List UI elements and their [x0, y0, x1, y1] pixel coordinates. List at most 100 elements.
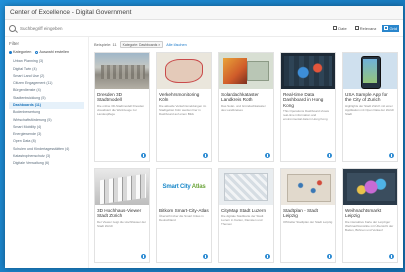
tab-categories[interactable]: Kategorien: [9, 50, 31, 54]
category-item[interactable]: Schulen und Kindertagesstätten (4): [9, 145, 84, 152]
app-title: Center of Excellence - Digital Governmen…: [10, 9, 132, 16]
smart-city-atlas-logo: Smart City Atlas: [163, 184, 206, 190]
category-item[interactable]: Bürgerdienste (4): [9, 87, 84, 94]
category-item[interactable]: Dashboards (11): [9, 101, 84, 109]
logo-main-text: Smart City: [162, 184, 191, 190]
category-list: Urban Planning (3) Digital Twin (4) Smart …: [9, 58, 84, 167]
relevance-icon: [354, 26, 359, 30]
app-card[interactable]: Solardachkataster Landkreis Roth Das Sola…: [218, 52, 274, 162]
category-item[interactable]: Urban Planning (3): [9, 58, 84, 65]
card-title[interactable]: Dresden 3D Stadtmodell: [97, 92, 147, 103]
card-description: Übersicht über die Smart Cities in Deuts…: [159, 214, 204, 223]
card-title[interactable]: 3D Hochhaus-Viewer Stadt Zürich: [97, 208, 147, 219]
date-icon: [333, 26, 338, 30]
search-input[interactable]: [20, 25, 140, 31]
radio-icon: [35, 50, 39, 54]
info-icon[interactable]: [327, 254, 332, 259]
view-option-relevanz[interactable]: Relevanz: [353, 25, 379, 32]
card-title[interactable]: Weihnachtsmarkt Leipzig: [345, 208, 395, 219]
view-option-label: Grid: [389, 25, 397, 31]
view-option-label: Relevanz: [359, 25, 377, 31]
search-icon: [9, 24, 16, 32]
title-bar: Center of Excellence - Digital Governmen…: [5, 6, 403, 20]
filter-heading: Filter: [9, 41, 19, 46]
info-icon[interactable]: [389, 153, 394, 158]
info-icon[interactable]: [265, 153, 270, 158]
card-thumbnail[interactable]: [281, 53, 335, 89]
card-thumbnail[interactable]: [219, 53, 273, 89]
card-description: Offizieller Stadtplan der Stadt Leipzig: [283, 219, 333, 224]
card-thumbnail[interactable]: Smart City Atlas: [157, 169, 211, 205]
results-area: Beispiele: 11 Kategorie: Dashboards × Al…: [89, 37, 403, 268]
card-thumbnail[interactable]: [219, 169, 273, 205]
desktop-background: Center of Excellence - Digital Governmen…: [0, 0, 405, 272]
info-icon[interactable]: [389, 254, 394, 259]
card-description: Das Solar- und Gründachkataster des Land…: [221, 103, 266, 112]
category-item[interactable]: Smart Mobility (4): [9, 123, 84, 130]
app-card[interactable]: 3D Hochhaus-Viewer Stadt Zürich Der Viewe…: [94, 168, 150, 263]
card-thumbnail[interactable]: [343, 53, 397, 89]
info-icon[interactable]: [203, 254, 208, 259]
category-item[interactable]: Citizen Engagement (11): [9, 80, 84, 87]
category-item[interactable]: Katastrophenschutz (3): [9, 152, 84, 159]
category-item[interactable]: Stadtentwicklung (5): [9, 94, 84, 101]
card-thumbnail[interactable]: [343, 169, 397, 205]
card-description: This Operations Dashboard shows real-tim…: [283, 109, 330, 121]
app-card[interactable]: Smart City Atlas Bitkom Smart-City-Atlas Ü…: [156, 168, 212, 263]
app-card[interactable]: Stadtplan - Stadt Leipzig Offizieller Sta…: [280, 168, 336, 263]
card-thumbnail[interactable]: [95, 53, 149, 89]
card-title[interactable]: USA Sample App for the City of Zurich: [345, 92, 395, 103]
app-card[interactable]: Dresden 3D Stadtmodell Die online 3D-Stad…: [94, 52, 150, 162]
card-description: Die digitale Stadtkarte der Stadt Luzern…: [221, 214, 264, 227]
clear-filters-link[interactable]: Alle löschen: [166, 43, 186, 47]
card-title[interactable]: Stadtplan - Stadt Leipzig: [283, 208, 333, 219]
card-title[interactable]: Bitkom Smart-City-Atlas: [159, 208, 209, 213]
category-item[interactable]: Digitale Verwaltung (6): [9, 160, 84, 167]
card-thumbnail[interactable]: [157, 53, 211, 89]
toolbar: Date Relevanz Grid: [5, 20, 403, 37]
card-thumbnail[interactable]: [95, 169, 149, 205]
app-window: Center of Excellence - Digital Governmen…: [5, 6, 403, 268]
result-count: Beispiele: 11: [94, 42, 117, 47]
grid-icon: [384, 26, 389, 30]
card-description: Die online 3D-Stadtmodell Dresden visual…: [97, 103, 145, 116]
app-card[interactable]: USA Sample App for the City of Zurich Hig…: [342, 52, 398, 162]
card-grid: Dresden 3D Stadtmodell Die online 3D-Stad…: [94, 52, 398, 263]
active-filters: Beispiele: 11 Kategorie: Dashboards × Al…: [94, 41, 398, 48]
card-thumbnail[interactable]: [281, 169, 335, 205]
view-option-date[interactable]: Date: [331, 25, 348, 32]
category-item[interactable]: Digital Twin (4): [9, 65, 84, 72]
view-option-label: Date: [338, 25, 347, 31]
info-icon[interactable]: [141, 254, 146, 259]
app-card[interactable]: Verkehrsmonitoring Köln Die aktuelle Verk…: [156, 52, 212, 162]
app-card[interactable]: Weihnachtsmarkt Leipzig Die interaktive K…: [342, 168, 398, 263]
logo-accent-text: Atlas: [190, 184, 206, 190]
card-title[interactable]: CityMap Stadt Luzern: [221, 208, 271, 213]
card-title[interactable]: Real-time Data Dashboard in Hong Kong: [283, 92, 333, 108]
category-item[interactable]: Smart Land Use (2): [9, 73, 84, 80]
app-card[interactable]: Real-time Data Dashboard in Hong Kong Thi…: [280, 52, 336, 162]
view-options: Date Relevanz Grid: [331, 24, 399, 32]
filter-tabs: Kategorien Auswahl erstellen: [9, 50, 84, 54]
tab-custom-selection[interactable]: Auswahl erstellen: [35, 50, 69, 54]
card-title[interactable]: Verkehrsmonitoring Köln: [159, 92, 209, 103]
tab-label: Kategorien: [13, 50, 32, 54]
category-item[interactable]: Open Data (8): [9, 138, 84, 145]
category-item[interactable]: Energiewende (3): [9, 131, 84, 138]
info-icon[interactable]: [141, 153, 146, 158]
info-icon[interactable]: [265, 254, 270, 259]
card-description: Highlights der Stadt Zürich mit einer Ap…: [345, 103, 395, 116]
category-item[interactable]: Wirtschaftsförderung (5): [9, 116, 84, 123]
info-icon[interactable]: [327, 153, 332, 158]
card-description: Die aktuelle Verkehrsmeldungen im Stadtg…: [159, 103, 207, 116]
card-title[interactable]: Solardachkataster Landkreis Roth: [221, 92, 271, 103]
filter-chip[interactable]: Kategorie: Dashboards ×: [119, 41, 164, 48]
radio-icon: [9, 50, 12, 54]
tab-label: Auswahl erstellen: [39, 50, 70, 54]
app-card[interactable]: CityMap Stadt Luzern Die digitale Stadtka…: [218, 168, 274, 263]
view-option-grid[interactable]: Grid: [382, 24, 399, 32]
category-item[interactable]: Bodenbewertung: [9, 109, 84, 116]
info-icon[interactable]: [203, 153, 208, 158]
filter-sidebar: Filter Kategorien Auswahl erstellen Urba…: [5, 37, 89, 268]
card-description: Der Viewer zeigt die Hochhäuser der Stad…: [97, 219, 146, 228]
